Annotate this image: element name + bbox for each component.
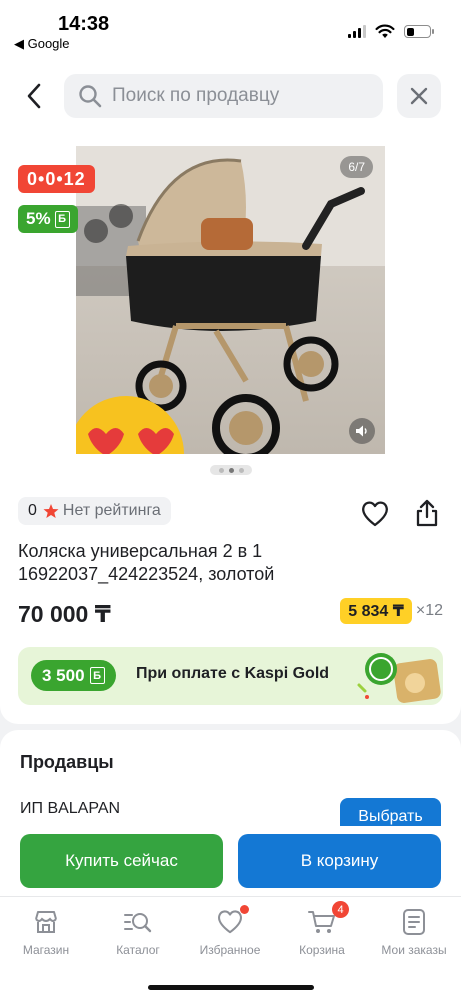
tab-my-orders[interactable]: Мои заказы bbox=[368, 907, 460, 957]
close-icon bbox=[410, 87, 428, 105]
chevron-left-icon bbox=[27, 83, 41, 109]
bonus-percent-text: 5% bbox=[26, 209, 51, 228]
battery-icon bbox=[404, 25, 434, 38]
status-bar: 14:38 ◀ Google bbox=[0, 0, 461, 62]
top-bar bbox=[0, 62, 461, 134]
back-button[interactable] bbox=[16, 78, 52, 114]
bottom-tab-bar: Магазин Каталог Избранное 4 Корзина Мои … bbox=[0, 896, 461, 999]
pagination-dot bbox=[218, 467, 224, 473]
installment-info[interactable]: 5 834 ₸ ×12 bbox=[340, 598, 443, 624]
favorites-notification-dot bbox=[240, 905, 249, 914]
rating-pill[interactable]: 0 Нет рейтинга bbox=[18, 497, 171, 525]
kaspi-bonus-currency-icon: Б bbox=[89, 667, 105, 684]
catalog-search-icon bbox=[123, 907, 153, 937]
pagination-dot bbox=[238, 467, 244, 473]
cellular-signal-icon bbox=[348, 25, 366, 38]
tab-label: Корзина bbox=[299, 943, 345, 957]
search-icon bbox=[79, 85, 102, 108]
heart-icon bbox=[362, 501, 388, 527]
store-icon bbox=[31, 907, 61, 937]
promo-timer-badge: 0•0•12 bbox=[18, 165, 95, 193]
kaspi-gold-card-icon bbox=[357, 653, 441, 703]
tab-catalog[interactable]: Каталог bbox=[92, 907, 184, 957]
bonus-percent-badge: 5% Б bbox=[18, 205, 78, 233]
wifi-icon bbox=[375, 24, 395, 38]
share-button[interactable] bbox=[412, 498, 442, 528]
kaspi-bonus-pill: 3 500 Б bbox=[31, 660, 116, 691]
orders-icon bbox=[399, 907, 429, 937]
product-price: 70 000 ₸ bbox=[18, 601, 111, 627]
close-button[interactable] bbox=[397, 74, 441, 118]
seller-search-input[interactable] bbox=[112, 85, 362, 107]
buy-now-button[interactable]: Купить сейчас bbox=[20, 834, 223, 888]
kaspi-gold-banner[interactable]: 3 500 Б При оплате с Kaspi Gold bbox=[18, 647, 443, 705]
stroller-image bbox=[76, 146, 385, 454]
share-icon bbox=[416, 499, 438, 527]
installment-months: ×12 bbox=[415, 602, 443, 619]
tab-label: Каталог bbox=[116, 943, 160, 957]
back-to-google-link[interactable]: ◀ Google bbox=[14, 36, 70, 52]
seller-search-box[interactable] bbox=[64, 74, 383, 118]
tab-cart[interactable]: 4 Корзина bbox=[276, 901, 368, 957]
home-indicator[interactable] bbox=[148, 985, 314, 990]
rating-count: 0 bbox=[28, 502, 37, 519]
product-card: 6/7 0•0•12 5% Б 0 Нет рейтинга Коляска у… bbox=[0, 134, 461, 724]
sellers-title: Продавцы bbox=[20, 752, 114, 772]
favorite-button[interactable] bbox=[360, 500, 390, 528]
star-icon bbox=[43, 504, 59, 518]
tab-favorites[interactable]: Избранное bbox=[184, 905, 276, 957]
add-to-cart-button[interactable]: В корзину bbox=[238, 834, 441, 888]
bonus-currency-icon: Б bbox=[54, 210, 70, 228]
tab-label: Магазин bbox=[22, 943, 70, 957]
photo-counter: 6/7 bbox=[340, 156, 373, 178]
heart-icon bbox=[215, 905, 249, 937]
cart-count-badge: 4 bbox=[332, 901, 349, 918]
product-title: Коляска универсальная 2 в 1 16922037_424… bbox=[18, 541, 275, 584]
status-icons bbox=[348, 24, 434, 39]
cart-icon: 4 bbox=[307, 901, 349, 937]
sound-toggle-button[interactable] bbox=[349, 418, 375, 444]
status-time: 14:38 bbox=[58, 13, 110, 35]
tab-store[interactable]: Магазин bbox=[0, 907, 92, 957]
kaspi-gold-text: При оплате с Kaspi Gold bbox=[136, 665, 330, 682]
tab-label: Мои заказы bbox=[381, 943, 447, 957]
action-bar: Купить сейчас В корзину bbox=[0, 826, 461, 896]
seller-name[interactable]: ИП BALAPAN bbox=[20, 800, 120, 818]
pagination-dot-active bbox=[228, 467, 234, 473]
product-photo[interactable]: 6/7 bbox=[76, 146, 385, 454]
rating-text: Нет рейтинга bbox=[62, 502, 161, 519]
monthly-payment: 5 834 ₸ bbox=[340, 598, 412, 624]
gallery-pagination bbox=[210, 465, 252, 475]
kaspi-bonus-amount: 3 500 bbox=[42, 665, 85, 685]
tab-label: Избранное bbox=[199, 943, 261, 957]
speaker-icon bbox=[356, 425, 367, 437]
